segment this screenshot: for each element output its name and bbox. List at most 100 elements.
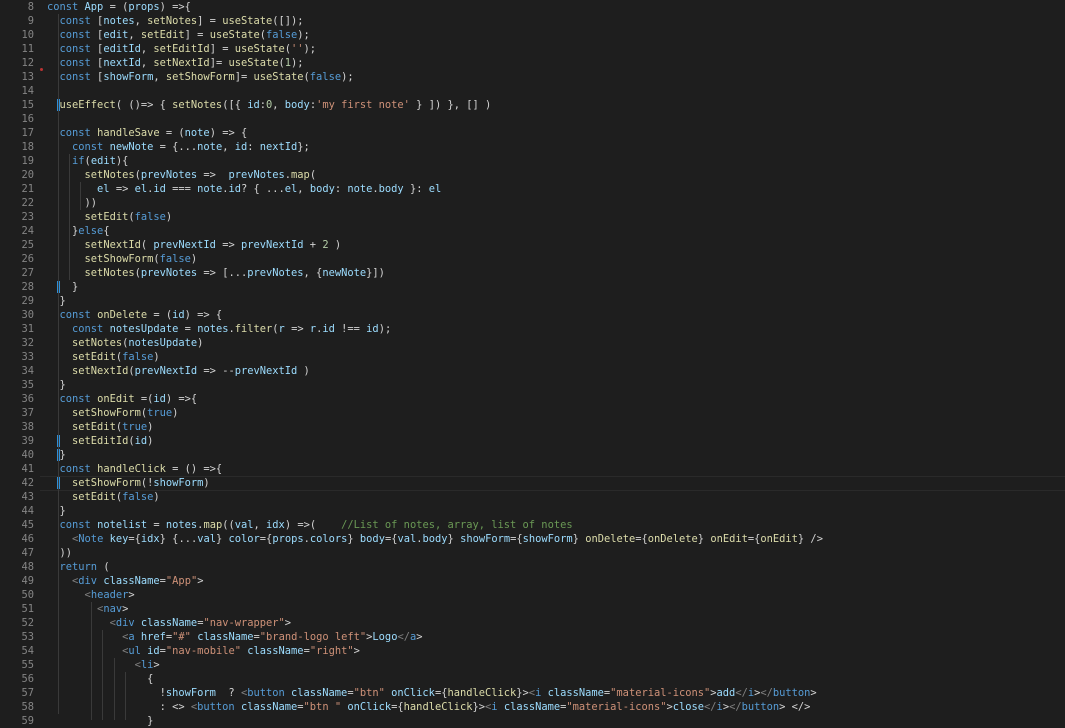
code-line[interactable]: 15 useEffect( ()=> { setNotes([{ id:0, b…: [0, 98, 1065, 112]
line-number: 23: [21, 211, 34, 223]
indent-guide: [80, 182, 81, 210]
code-line[interactable]: 10 const [edit, setEdit] = useState(fals…: [0, 28, 1065, 42]
code-line[interactable]: 36 const onEdit =(id) =>{: [0, 392, 1065, 406]
code-line[interactable]: 35 }: [0, 378, 1065, 392]
code-text: const handleSave = (note) => {: [59, 127, 248, 139]
indent-guide: [91, 602, 92, 720]
line-number: 51: [21, 603, 34, 615]
code-text: }: [47, 281, 79, 293]
code-line[interactable]: 47 )): [0, 546, 1065, 560]
line-number: 45: [21, 519, 34, 531]
code-text: }: [47, 449, 66, 461]
code-line[interactable]: 40 }: [0, 448, 1065, 462]
code-line[interactable]: 28 }: [0, 280, 1065, 294]
code-text: }else{: [47, 225, 110, 237]
code-line[interactable]: 46 <Note key={idx} {...val} color={props…: [0, 532, 1065, 546]
code-text: const [showForm, setShowForm]= useState(…: [59, 71, 354, 83]
code-line[interactable]: 51 <nav>: [0, 602, 1065, 616]
code-line[interactable]: 16: [0, 112, 1065, 126]
code-line[interactable]: 32 setNotes(notesUpdate): [0, 336, 1065, 350]
code-line[interactable]: 9 const [notes, setNotes] = useState([])…: [0, 14, 1065, 28]
code-line[interactable]: 34 setNextId(prevNextId => --prevNextId …: [0, 364, 1065, 378]
code-line[interactable]: 45 const notelist = notes.map((val, idx)…: [0, 518, 1065, 532]
code-line[interactable]: 50 <header>: [0, 588, 1065, 602]
code-text: useEffect( ()=> { setNotes([{ id:0, body…: [59, 99, 492, 111]
line-number: 27: [21, 267, 34, 279]
code-line[interactable]: 38 setEdit(true): [0, 420, 1065, 434]
code-line[interactable]: 13 const [showForm, setShowForm]= useSta…: [0, 70, 1065, 84]
line-number: 14: [21, 85, 34, 97]
code-line[interactable]: 12 const [nextId, setNextId]= useState(1…: [0, 56, 1065, 70]
code-editor[interactable]: 8 const App = (props) =>{9 const [notes, …: [0, 0, 1065, 727]
code-line[interactable]: 53 <a href="#" className="brand-logo lef…: [0, 630, 1065, 644]
code-text: <li>: [134, 659, 160, 671]
code-text: <ul id="nav-mobile" className="right">: [122, 645, 360, 657]
code-line[interactable]: 31 const notesUpdate = notes.filter(r =>…: [0, 322, 1065, 336]
code-text: )): [47, 547, 73, 559]
code-text: return (: [59, 561, 110, 573]
code-line[interactable]: 55 <li>: [0, 658, 1065, 672]
line-number: 57: [21, 687, 34, 699]
code-line[interactable]: 25 setNextId( prevNextId => prevNextId +…: [0, 238, 1065, 252]
indent-guide: [69, 154, 70, 280]
code-line[interactable]: 8 const App = (props) =>{: [0, 0, 1065, 14]
code-line[interactable]: 37 setShowForm(true): [0, 406, 1065, 420]
code-line[interactable]: 43 setEdit(false): [0, 490, 1065, 504]
code-line[interactable]: 41 const handleClick = () =>{: [0, 462, 1065, 476]
code-text: const onDelete = (id) => {: [59, 309, 223, 321]
line-number: 25: [21, 239, 34, 251]
line-number: 30: [21, 309, 34, 321]
line-number: 21: [21, 183, 34, 195]
code-text: el => el.id === note.id? { ...el, body: …: [97, 183, 442, 195]
indent-guide: [125, 672, 126, 720]
code-line[interactable]: 23 setEdit(false): [0, 210, 1065, 224]
line-number: 19: [21, 155, 34, 167]
line-number: 9: [27, 15, 34, 27]
code-text: <header>: [84, 589, 135, 601]
code-line[interactable]: 21 el => el.id === note.id? { ...el, bod…: [0, 182, 1065, 196]
code-line[interactable]: 56 {: [0, 672, 1065, 686]
code-line[interactable]: 14: [0, 84, 1065, 98]
code-text: const [edit, setEdit] = useState(false);: [59, 29, 310, 41]
line-number: 16: [21, 113, 34, 125]
code-text: <div className="App">: [72, 575, 204, 587]
line-number: 13: [21, 71, 34, 83]
code-line[interactable]: 42 setShowForm(!showForm): [0, 476, 1065, 491]
code-line[interactable]: 29 }: [0, 294, 1065, 308]
code-line[interactable]: 20 setNotes(prevNotes => prevNotes.map(: [0, 168, 1065, 182]
line-number: 44: [21, 505, 34, 517]
line-number: 28: [21, 281, 34, 293]
code-text: setEditId(id): [72, 435, 154, 447]
code-line[interactable]: 48 return (: [0, 560, 1065, 574]
line-number: 49: [21, 575, 34, 587]
code-line[interactable]: 26 setShowForm(false): [0, 252, 1065, 266]
code-line[interactable]: 30 const onDelete = (id) => {: [0, 308, 1065, 322]
line-number: 26: [21, 253, 34, 265]
code-line[interactable]: 22 )): [0, 196, 1065, 210]
code-line[interactable]: 33 setEdit(false): [0, 350, 1065, 364]
code-line[interactable]: 58 : <> <button className="btn " onClick…: [0, 700, 1065, 714]
line-number: 29: [21, 295, 34, 307]
code-line[interactable]: 17 const handleSave = (note) => {: [0, 126, 1065, 140]
line-number: 54: [21, 645, 34, 657]
code-line[interactable]: 27 setNotes(prevNotes => [...prevNotes, …: [0, 266, 1065, 280]
code-line[interactable]: 44 }: [0, 504, 1065, 518]
code-line[interactable]: 57 !showForm ? <button className="btn" o…: [0, 686, 1065, 700]
code-line[interactable]: 59 }: [0, 714, 1065, 728]
code-text: }: [47, 715, 154, 727]
line-number: 48: [21, 561, 34, 573]
code-line[interactable]: 52 <div className="nav-wrapper">: [0, 616, 1065, 630]
line-number: 12: [21, 57, 34, 69]
line-number: 40: [21, 449, 34, 461]
code-line[interactable]: 39 setEditId(id): [0, 434, 1065, 448]
code-text: const onEdit =(id) =>{: [59, 393, 198, 405]
code-line[interactable]: 18 const newNote = {...note, id: nextId}…: [0, 140, 1065, 154]
code-text: const notesUpdate = notes.filter(r => r.…: [72, 323, 392, 335]
code-line[interactable]: 24 }else{: [0, 224, 1065, 238]
line-number: 8: [27, 1, 34, 13]
code-line[interactable]: 54 <ul id="nav-mobile" className="right"…: [0, 644, 1065, 658]
code-text: const [notes, setNotes] = useState([]);: [59, 15, 304, 27]
code-line[interactable]: 49 <div className="App">: [0, 574, 1065, 588]
code-line[interactable]: 11 const [editId, setEditId] = useState(…: [0, 42, 1065, 56]
code-line[interactable]: 19 if(edit){: [0, 154, 1065, 168]
